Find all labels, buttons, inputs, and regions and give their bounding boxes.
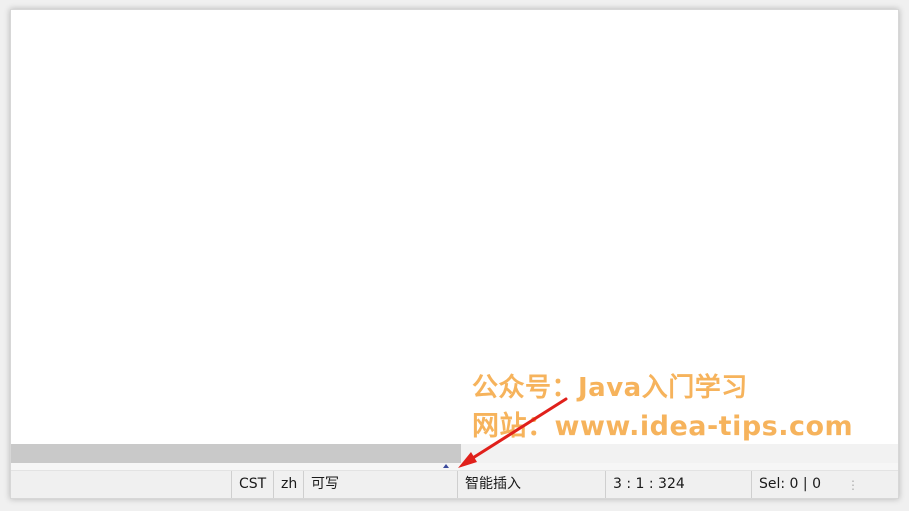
resize-grip-icon[interactable]: ⋮ bbox=[847, 477, 859, 493]
horizontal-scrollbar-thumb[interactable] bbox=[11, 444, 461, 463]
status-bar: CST zh 可写 智能插入 3 : 1 : 324 Sel: 0 | 0 ⋮ bbox=[11, 471, 898, 498]
horizontal-scrollbar[interactable] bbox=[11, 444, 898, 463]
text-editor-area[interactable] bbox=[11, 10, 898, 444]
expand-caret-icon[interactable] bbox=[443, 464, 449, 468]
watermark-line-2: 网站：www.idea-tips.com bbox=[472, 411, 854, 442]
status-cursor-position[interactable]: 3 : 1 : 324 bbox=[605, 471, 751, 498]
panel-splitter[interactable] bbox=[11, 463, 898, 471]
status-timezone[interactable]: CST bbox=[231, 471, 273, 498]
watermark-line-1: 公众号：Java入门学习 bbox=[472, 373, 748, 403]
status-selection[interactable]: Sel: 0 | 0 bbox=[751, 471, 831, 498]
status-language[interactable]: zh bbox=[273, 471, 303, 498]
status-insert-mode[interactable]: 智能插入 bbox=[457, 471, 605, 498]
status-access-mode[interactable]: 可写 bbox=[303, 471, 457, 498]
status-empty-segment bbox=[11, 471, 231, 498]
